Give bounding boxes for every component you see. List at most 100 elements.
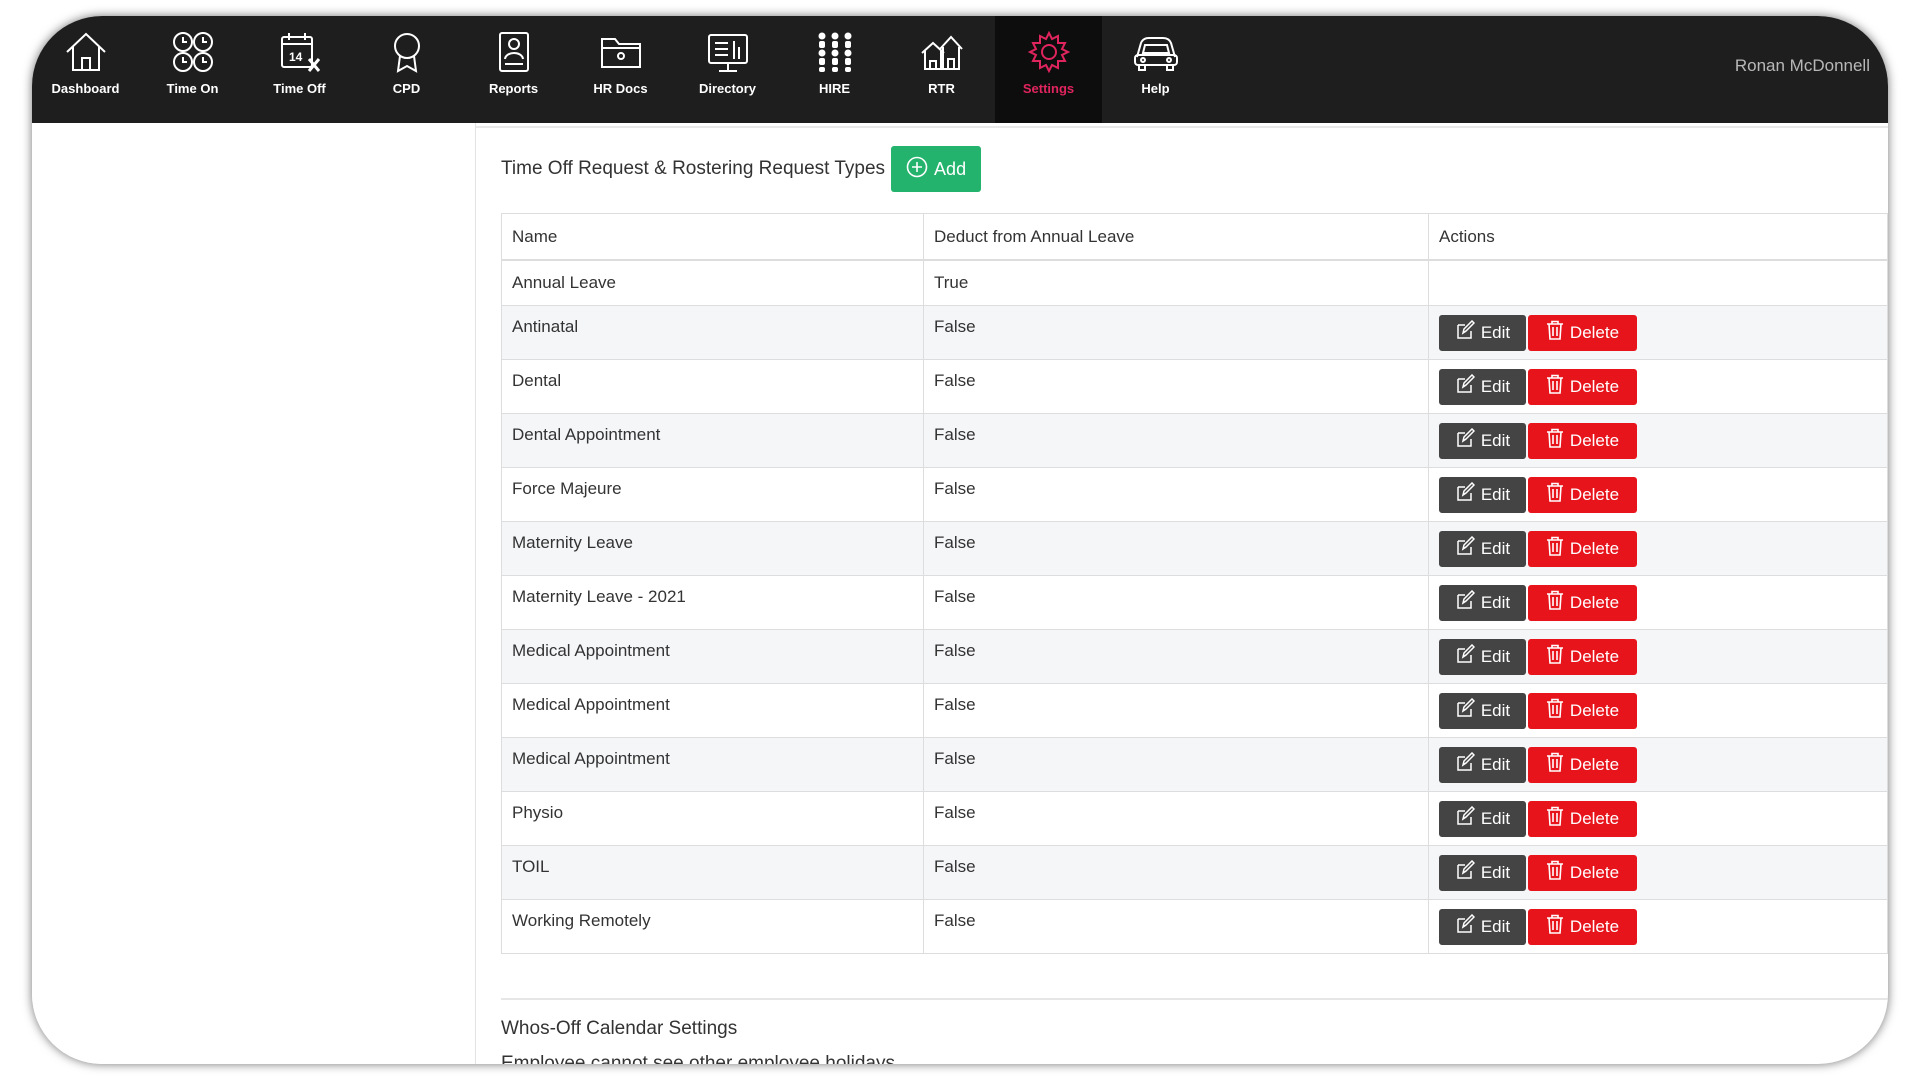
top-navigation-bar: Dashboard Time On 14 Time Off CPD Report…: [32, 16, 1888, 123]
cell-name: TOIL: [501, 844, 924, 900]
edit-button[interactable]: Edit: [1439, 638, 1526, 675]
cell-actions: Edit Delete: [1428, 520, 1888, 576]
edit-button[interactable]: Edit: [1439, 368, 1526, 405]
nav-reports[interactable]: Reports: [460, 16, 567, 123]
report-document-icon: [491, 29, 537, 75]
sidebar: [32, 123, 476, 1064]
delete-button[interactable]: Delete: [1528, 530, 1637, 567]
section-header: Time Off Request & Rostering Request Typ…: [501, 146, 982, 192]
delete-button-label: Delete: [1569, 646, 1620, 666]
cell-actions: Edit Delete: [1428, 682, 1888, 738]
cell-actions: Edit Delete: [1428, 790, 1888, 846]
nav-settings[interactable]: Settings: [995, 16, 1102, 123]
delete-button[interactable]: Delete: [1528, 584, 1637, 621]
edit-button[interactable]: Edit: [1439, 692, 1526, 729]
trash-icon: [1546, 590, 1564, 615]
nav-dashboard[interactable]: Dashboard: [32, 16, 139, 123]
delete-button[interactable]: Delete: [1528, 908, 1637, 945]
cell-deduct: False: [923, 520, 1429, 576]
delete-button[interactable]: Delete: [1528, 746, 1637, 783]
delete-button[interactable]: Delete: [1528, 854, 1637, 891]
trash-icon: [1546, 320, 1564, 345]
delete-button[interactable]: Delete: [1528, 314, 1637, 351]
edit-icon: [1455, 643, 1475, 669]
trash-icon: [1546, 374, 1564, 399]
edit-button[interactable]: Edit: [1439, 530, 1526, 567]
edit-icon: [1455, 481, 1475, 507]
cell-actions: Edit Delete: [1428, 736, 1888, 792]
houses-icon: [919, 29, 965, 75]
delete-button-label: Delete: [1569, 592, 1620, 612]
nav-directory[interactable]: Directory: [674, 16, 781, 123]
trash-icon: [1546, 536, 1564, 561]
delete-button[interactable]: Delete: [1528, 368, 1637, 405]
edit-button[interactable]: Edit: [1439, 584, 1526, 621]
nav-rtr[interactable]: RTR: [888, 16, 995, 123]
edit-icon: [1455, 535, 1475, 561]
nav-time-on[interactable]: Time On: [139, 16, 246, 123]
people-grid-icon: [812, 29, 858, 75]
cell-deduct: False: [923, 412, 1429, 468]
cell-actions: Edit Delete: [1428, 412, 1888, 468]
cell-name: Medical Appointment: [501, 736, 924, 792]
cell-name: Dental Appointment: [501, 412, 924, 468]
edit-icon: [1455, 373, 1475, 399]
edit-button[interactable]: Edit: [1439, 422, 1526, 459]
edit-icon: [1455, 913, 1475, 939]
cell-deduct: False: [923, 790, 1429, 846]
cell-actions: Edit Delete: [1428, 628, 1888, 684]
delete-button-label: Delete: [1569, 376, 1620, 396]
edit-button[interactable]: Edit: [1439, 854, 1526, 891]
delete-button[interactable]: Delete: [1528, 476, 1637, 513]
nav-time-off[interactable]: 14 Time Off: [246, 16, 353, 123]
delete-button-label: Delete: [1569, 430, 1620, 450]
cell-deduct: False: [923, 466, 1429, 522]
edit-button[interactable]: Edit: [1439, 476, 1526, 513]
edit-icon: [1455, 589, 1475, 615]
nav-label: Reports: [488, 81, 539, 96]
edit-button[interactable]: Edit: [1439, 746, 1526, 783]
edit-button-label: Edit: [1480, 322, 1511, 342]
table-row: Medical Appointment False Edit Delete: [501, 628, 1888, 684]
nav-hire[interactable]: HIRE: [781, 16, 888, 123]
edit-button-label: Edit: [1480, 538, 1511, 558]
cell-deduct: False: [923, 574, 1429, 630]
edit-button-label: Edit: [1480, 646, 1511, 666]
trash-icon: [1546, 860, 1564, 885]
cell-actions: Edit Delete: [1428, 574, 1888, 630]
nav-hr-docs[interactable]: HR Docs: [567, 16, 674, 123]
trash-icon: [1546, 752, 1564, 777]
delete-button[interactable]: Delete: [1528, 692, 1637, 729]
trash-icon: [1546, 806, 1564, 831]
folder-icon: [598, 29, 644, 75]
trash-icon: [1546, 914, 1564, 939]
column-header-deduct: Deduct from Annual Leave: [923, 213, 1429, 261]
edit-button[interactable]: Edit: [1439, 908, 1526, 945]
nav-label: HR Docs: [593, 81, 648, 96]
add-button[interactable]: Add: [891, 146, 982, 192]
user-name[interactable]: Ronan McDonnell: [1735, 56, 1870, 76]
delete-button-label: Delete: [1569, 700, 1620, 720]
cell-actions: Edit Delete: [1428, 358, 1888, 414]
table-row: Force Majeure False Edit Delete: [501, 466, 1888, 522]
cell-deduct: False: [923, 898, 1429, 954]
nav-cpd[interactable]: CPD: [353, 16, 460, 123]
delete-button[interactable]: Delete: [1528, 638, 1637, 675]
cell-name: Force Majeure: [501, 466, 924, 522]
delete-button[interactable]: Delete: [1528, 800, 1637, 837]
nav-help[interactable]: Help: [1102, 16, 1209, 123]
edit-button[interactable]: Edit: [1439, 800, 1526, 837]
cell-name: Maternity Leave - 2021: [501, 574, 924, 630]
directory-board-icon: [705, 29, 751, 75]
edit-button[interactable]: Edit: [1439, 314, 1526, 351]
table-row: Maternity Leave False Edit Delete: [501, 520, 1888, 576]
delete-button-label: Delete: [1569, 754, 1620, 774]
request-types-table: Name Deduct from Annual Leave Actions An…: [501, 213, 1888, 954]
cell-deduct: False: [923, 844, 1429, 900]
award-ribbon-icon: [384, 29, 430, 75]
calendar-setting-text: Employee cannot see other employee holid…: [501, 1053, 895, 1064]
delete-button[interactable]: Delete: [1528, 422, 1637, 459]
section-title: Time Off Request & Rostering Request Typ…: [501, 158, 886, 179]
edit-button-label: Edit: [1480, 430, 1511, 450]
table-header-row: Name Deduct from Annual Leave Actions: [501, 213, 1888, 261]
